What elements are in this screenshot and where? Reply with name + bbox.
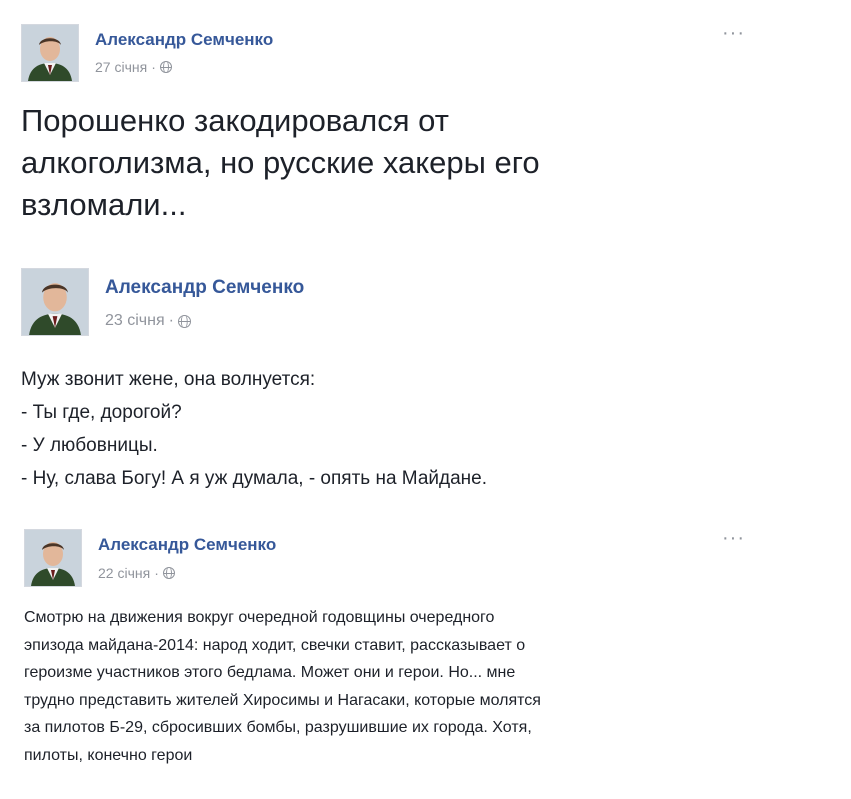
- avatar-photo: [25, 530, 81, 586]
- author-avatar[interactable]: [21, 268, 89, 336]
- post-text: Смотрю на движения вокруг очередной годо…: [24, 609, 541, 764]
- author-avatar[interactable]: [21, 24, 79, 82]
- globe-icon[interactable]: [162, 567, 175, 579]
- post-text: Муж звонит жене, она волнуется: - Ты где…: [21, 369, 488, 489]
- author-avatar[interactable]: [24, 529, 82, 587]
- author-name[interactable]: Александр Семченко: [98, 535, 276, 555]
- post-meta: 22 січня ·: [98, 565, 175, 581]
- post-date[interactable]: 27 січня: [95, 59, 147, 75]
- post-date[interactable]: 22 січня: [98, 565, 150, 581]
- meta-separator: ·: [168, 312, 174, 329]
- globe-icon[interactable]: [177, 314, 191, 328]
- author-name[interactable]: Александр Семченко: [105, 277, 304, 299]
- more-options-icon[interactable]: ···: [722, 528, 745, 548]
- avatar-photo: [22, 269, 88, 335]
- meta-separator: ·: [151, 59, 156, 75]
- post-meta: 23 січня ·: [105, 312, 191, 330]
- post-meta: 27 січня ·: [95, 59, 172, 75]
- meta-separator: ·: [154, 565, 159, 581]
- more-options-icon[interactable]: ···: [722, 23, 745, 43]
- post-text: Порошенко закодировался от алкоголизма, …: [21, 103, 540, 222]
- globe-icon[interactable]: [159, 61, 172, 73]
- avatar-photo: [22, 25, 78, 81]
- author-name[interactable]: Александр Семченко: [95, 30, 273, 50]
- post-date[interactable]: 23 січня: [105, 312, 165, 330]
